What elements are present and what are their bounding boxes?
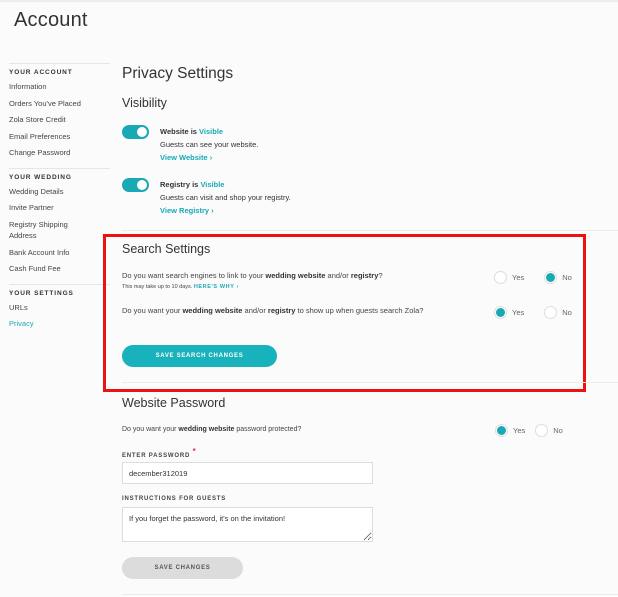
toggle-knob [137,127,147,137]
radio-yes[interactable] [494,271,507,284]
sidebar-item-information[interactable]: Information [9,81,110,93]
top-border [0,0,618,2]
zola-search-yes-option[interactable]: Yes [494,306,544,319]
question-text: Do you want search engines to link to yo… [122,271,266,280]
registry-visibility-text: Registry is Visible Guests can visit and… [160,178,291,217]
save-changes-button[interactable]: SAVE CHANGES [122,557,243,579]
search-engine-no-option[interactable]: No [544,271,572,284]
sidebar-group-account: YOUR ACCOUNT Information Orders You've P… [9,63,110,159]
zola-search-no-option[interactable]: No [544,306,572,319]
view-website-link[interactable]: View Website › [160,153,212,162]
sidebar-item-registry-shipping[interactable]: Registry Shipping Address [9,219,84,242]
password-label: ENTER PASSWORD * [122,447,196,459]
password-input[interactable] [122,462,373,484]
registry-visibility-label: Registry is [160,180,201,189]
sidebar-item-invite-partner[interactable]: Invite Partner [9,202,110,214]
sidebar-item-privacy[interactable]: Privacy [9,318,110,330]
sidebar-group-wedding: YOUR WEDDING Wedding Details Invite Part… [9,167,110,275]
sidebar-item-store-credit[interactable]: Zola Store Credit [9,114,110,126]
question-bold: wedding website [265,271,326,280]
privacy-settings-title: Privacy Settings [122,65,234,82]
sidebar-heading: YOUR ACCOUNT [9,69,73,76]
search-engine-note: This may take up to 10 days. HERE'S WHY … [122,284,239,290]
instructions-textarea[interactable]: If you forget the password, it's on the … [122,507,373,542]
instructions-label: INSTRUCTIONS FOR GUESTS [122,496,227,502]
toggle-knob [137,180,147,190]
question-text: Do you want your [122,426,179,433]
website-password-title: Website Password [122,396,226,410]
radio-label: Yes [513,426,526,435]
sidebar-item-cash-fund-fee[interactable]: Cash Fund Fee [9,263,110,275]
website-visibility-state: Visible [199,127,224,136]
zola-search-question: Do you want your wedding website and/or … [122,305,477,317]
page-title: Account [14,9,88,31]
sidebar: YOUR ACCOUNT Information Orders You've P… [9,63,110,339]
section-divider [122,382,618,383]
question-text: ? [378,271,383,280]
website-visibility-toggle[interactable] [122,125,149,139]
visibility-title: Visibility [122,96,167,110]
radio-no-selected[interactable] [544,271,558,284]
sidebar-heading: YOUR SETTINGS [9,289,74,297]
question-text: Do you want your [122,306,183,315]
password-protect-radio-group: Yes No [495,424,563,437]
question-text: to show up when guests search Zola? [295,306,424,315]
question-bold: registry [350,271,379,280]
registry-visibility-row: Registry is Visible Guests can visit and… [122,175,618,227]
website-visibility-description: Guests can see your website. [160,140,259,149]
question-bold: wedding website [182,306,243,315]
question-text: and/or [325,271,351,280]
view-registry-link[interactable]: View Registry › [160,206,214,215]
radio-no[interactable] [535,424,549,437]
website-visibility-label: Website is [160,127,200,136]
sidebar-item-bank-account[interactable]: Bank Account Info [9,247,110,259]
radio-yes-selected[interactable] [494,306,507,319]
question-bold: registry [267,306,296,315]
password-protect-no-option[interactable]: No [535,424,563,437]
sidebar-item-orders[interactable]: Orders You've Placed [9,98,110,110]
radio-no[interactable] [544,306,558,319]
sidebar-heading: YOUR WEDDING [9,173,72,181]
save-search-changes-button[interactable]: SAVE SEARCH CHANGES [122,345,277,367]
search-settings-title: Search Settings [122,242,211,256]
zola-search-radio-group: Yes No [494,306,572,319]
radio-label: Yes [512,308,525,317]
question-text: and/or [242,306,268,315]
search-engine-question: Do you want search engines to link to yo… [122,270,482,282]
sidebar-item-change-password[interactable]: Change Password [9,147,110,159]
website-visibility-row: Website is Visible Guests can see your w… [122,122,618,174]
required-marker: * [192,447,197,456]
radio-yes-selected[interactable] [495,424,508,437]
radio-label: Yes [512,273,525,282]
password-protect-question: Do you want your wedding website passwor… [122,424,301,436]
sidebar-item-wedding-details[interactable]: Wedding Details [9,186,110,198]
note-text: This may take up to 10 days. [122,284,194,290]
question-text: password protected? [234,426,302,433]
registry-visibility-description: Guests can visit and shop your registry. [160,193,291,202]
heres-why-link[interactable]: HERE'S WHY › [194,284,239,290]
search-engine-yes-option[interactable]: Yes [494,271,544,284]
sidebar-item-urls[interactable]: URLs [9,302,110,314]
question-bold: wedding website [178,426,235,433]
label-text: ENTER PASSWORD [122,453,191,459]
sidebar-item-email-preferences[interactable]: Email Preferences [9,131,110,143]
website-visibility-text: Website is Visible Guests can see your w… [160,125,258,164]
password-protect-yes-option[interactable]: Yes [495,424,535,437]
radio-label: No [562,273,572,282]
section-divider [122,594,618,595]
registry-visibility-toggle[interactable] [122,178,149,192]
section-divider [122,230,618,231]
sidebar-group-settings: YOUR SETTINGS URLs Privacy [9,283,110,330]
search-engine-radio-group: Yes No [494,271,572,284]
radio-label: No [562,308,572,317]
registry-visibility-state: Visible [200,180,225,189]
radio-label: No [553,426,563,435]
